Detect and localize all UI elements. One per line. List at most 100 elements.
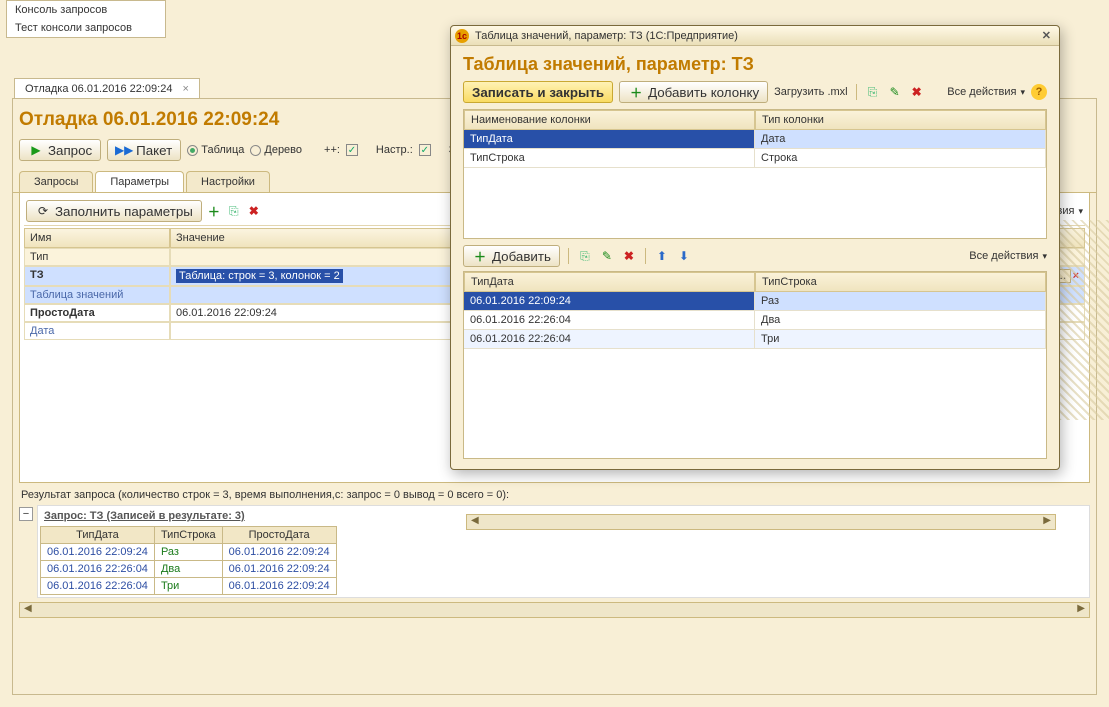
plus-icon: ＋	[472, 248, 488, 264]
move-down-icon[interactable]: ⬇	[676, 248, 692, 264]
cell-date: 06.01.2016 22:09:24	[222, 578, 336, 595]
nastr-checkbox[interactable]: ✓	[419, 144, 431, 156]
result-col-header[interactable]: ТипСтрока	[154, 527, 222, 544]
delete-icon[interactable]: ✖	[246, 203, 262, 219]
add-row-button[interactable]: ＋ Добавить	[463, 245, 560, 267]
cell-type: Дата	[755, 130, 1046, 149]
result-col-header[interactable]: ТипДата	[41, 527, 155, 544]
close-icon[interactable]: ✕	[1038, 29, 1055, 42]
help-icon[interactable]: ?	[1031, 84, 1047, 100]
cell-type: Строка	[755, 149, 1046, 168]
side-menu: Консоль запросов Тест консоли запросов	[6, 0, 166, 38]
window-title: Таблица значений, параметр: ТЗ (1С:Предп…	[475, 30, 738, 42]
delete-icon[interactable]: ✖	[909, 84, 925, 100]
load-mxl-link[interactable]: Загрузить .mxl	[774, 86, 847, 98]
columns-grid-header: Наименование колонки Тип колонки	[464, 110, 1046, 130]
table-row[interactable]: 06.01.2016 22:26:04 Три 06.01.2016 22:09…	[41, 578, 337, 595]
all-actions-dropdown[interactable]: Все действия	[969, 250, 1047, 262]
query-button-label: Запрос	[48, 143, 92, 158]
play-forward-icon: ▶▶	[116, 142, 132, 158]
table-row[interactable]: 06.01.2016 22:09:24 Раз	[464, 292, 1046, 311]
all-actions-dropdown[interactable]: Все действия	[947, 86, 1025, 98]
data-toolbar: ＋ Добавить ⎘ ✎ ✖ ⬆ ⬇ Все действия	[451, 239, 1059, 271]
cell-string: Два	[154, 561, 222, 578]
move-up-icon[interactable]: ⬆	[654, 248, 670, 264]
menu-item[interactable]: Тест консоли запросов	[7, 19, 165, 37]
result-table: ТипДата ТипСтрока ПростоДата 06.01.2016 …	[40, 526, 337, 595]
data-grid: ТипДата ТипСтрока 06.01.2016 22:09:24 Ра…	[463, 271, 1047, 459]
result-col-header[interactable]: ПростоДата	[222, 527, 336, 544]
view-tree-radio[interactable]: Дерево	[250, 144, 302, 156]
query-button[interactable]: ▶ Запрос	[19, 139, 101, 161]
add-icon[interactable]: ＋	[206, 203, 222, 219]
plusplus-checkbox[interactable]: ✓	[346, 144, 358, 156]
cell-date: 06.01.2016 22:09:24	[464, 292, 755, 311]
collapse-icon[interactable]: −	[19, 507, 33, 521]
horizontal-scrollbar[interactable]	[19, 602, 1090, 618]
type-subheader: Тип	[24, 248, 170, 266]
data-col-header[interactable]: ТипСтрока	[755, 272, 1046, 292]
col-header-type[interactable]: Тип колонки	[755, 110, 1046, 130]
close-icon[interactable]: ×	[182, 83, 188, 95]
table-row[interactable]: ТипДата Дата	[464, 130, 1046, 149]
tab-queries[interactable]: Запросы	[19, 171, 93, 192]
packet-button-label: Пакет	[136, 143, 172, 158]
tab-parameters[interactable]: Параметры	[95, 171, 184, 192]
menu-item[interactable]: Консоль запросов	[7, 1, 165, 19]
modal-dialog: 1c Таблица значений, параметр: ТЗ (1С:Пр…	[450, 25, 1060, 470]
param-name-cell[interactable]: ТЗ	[24, 266, 170, 286]
copy-icon[interactable]: ⎘	[226, 203, 242, 219]
plus-icon: ＋	[628, 84, 644, 100]
edit-icon[interactable]: ✎	[599, 248, 615, 264]
horizontal-scrollbar[interactable]	[466, 514, 1056, 530]
app-logo-icon: 1c	[455, 29, 469, 43]
hatch-decoration	[1059, 220, 1109, 420]
table-row[interactable]: 06.01.2016 22:26:04 Два	[464, 311, 1046, 330]
plusplus-label: ++:	[324, 144, 340, 156]
fill-params-label: Заполнить параметры	[55, 204, 193, 219]
cell-string: Раз	[154, 544, 222, 561]
add-column-button[interactable]: ＋ Добавить колонку	[619, 81, 768, 103]
param-type-cell[interactable]: Таблица значений	[24, 286, 170, 304]
columns-grid: Наименование колонки Тип колонки ТипДата…	[463, 109, 1047, 239]
radio-label: Таблица	[201, 144, 244, 156]
col-header-name[interactable]: Наименование колонки	[464, 110, 755, 130]
data-grid-header: ТипДата ТипСтрока	[464, 272, 1046, 292]
table-row[interactable]: 06.01.2016 22:26:04 Два 06.01.2016 22:09…	[41, 561, 337, 578]
write-and-close-button[interactable]: Записать и закрыть	[463, 81, 613, 103]
cell-name: ТипСтрока	[464, 149, 755, 168]
cell-string: Три	[755, 330, 1046, 349]
view-table-radio[interactable]: Таблица	[187, 144, 244, 156]
cell-date: 06.01.2016 22:09:24	[41, 544, 155, 561]
table-row[interactable]: 06.01.2016 22:26:04 Три	[464, 330, 1046, 349]
delete-icon[interactable]: ✖	[621, 248, 637, 264]
radio-off-icon	[250, 145, 261, 156]
play-icon: ▶	[28, 142, 44, 158]
add-row-label: Добавить	[492, 249, 551, 264]
titlebar[interactable]: 1c Таблица значений, параметр: ТЗ (1С:Пр…	[451, 26, 1059, 46]
nastr-label: Настр.:	[376, 144, 413, 156]
main-tab[interactable]: Отладка 06.01.2016 22:09:24 ×	[14, 78, 200, 99]
copy-icon[interactable]: ⎘	[865, 84, 881, 100]
radio-on-icon	[187, 145, 198, 156]
cell-string: Три	[154, 578, 222, 595]
result-status: Результат запроса (количество строк = 3,…	[13, 483, 1096, 505]
packet-button[interactable]: ▶▶ Пакет	[107, 139, 181, 161]
data-col-header[interactable]: ТипДата	[464, 272, 755, 292]
cell-date: 06.01.2016 22:26:04	[41, 578, 155, 595]
table-row[interactable]: ТипСтрока Строка	[464, 149, 1046, 168]
param-value-text: Таблица: строк = 3, колонок = 2	[176, 269, 343, 283]
col-name-header[interactable]: Имя	[24, 228, 170, 248]
param-type-cell[interactable]: Дата	[24, 322, 170, 340]
radio-label: Дерево	[264, 144, 302, 156]
param-name-cell[interactable]: ПростоДата	[24, 304, 170, 322]
fill-params-button[interactable]: ⟳ Заполнить параметры	[26, 200, 202, 222]
copy-icon[interactable]: ⎘	[577, 248, 593, 264]
cell-date: 06.01.2016 22:09:24	[222, 544, 336, 561]
tab-settings[interactable]: Настройки	[186, 171, 270, 192]
table-refresh-icon: ⟳	[35, 203, 51, 219]
table-row[interactable]: 06.01.2016 22:09:24 Раз 06.01.2016 22:09…	[41, 544, 337, 561]
result-header-row: ТипДата ТипСтрока ПростоДата	[41, 527, 337, 544]
edit-icon[interactable]: ✎	[887, 84, 903, 100]
cell-date: 06.01.2016 22:09:24	[222, 561, 336, 578]
